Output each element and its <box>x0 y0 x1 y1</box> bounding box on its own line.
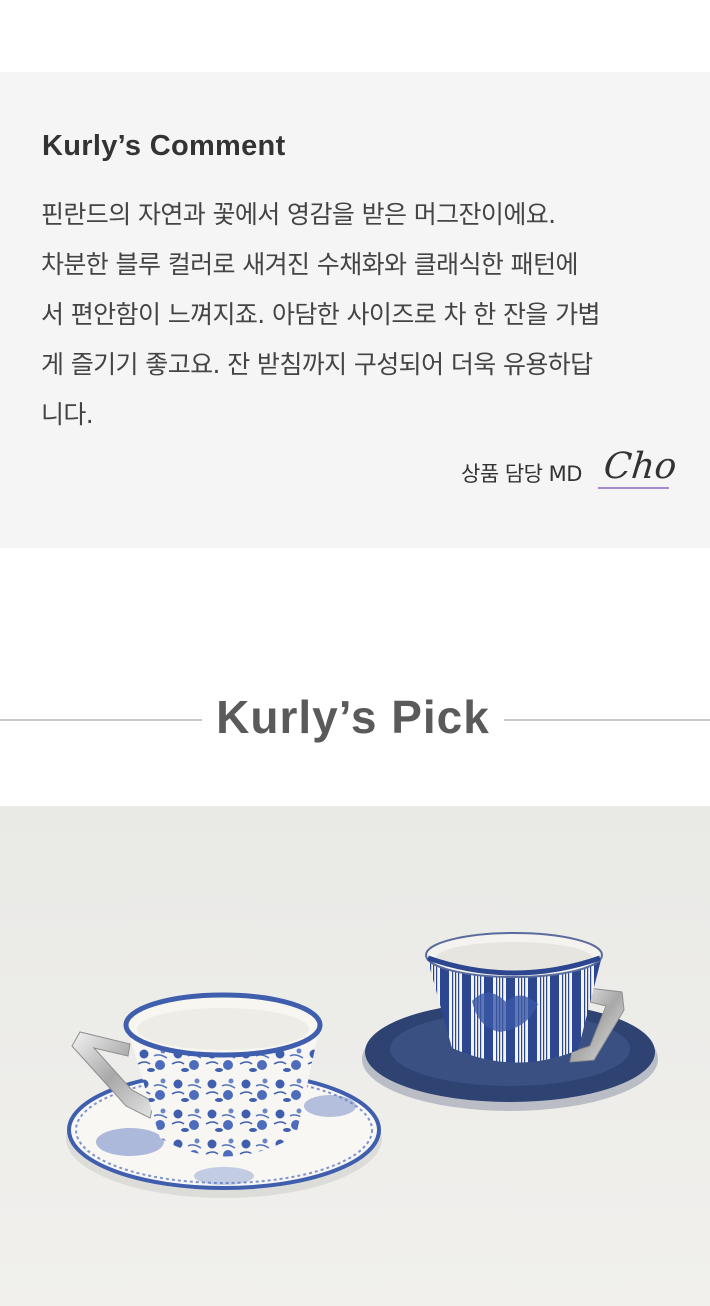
divider-right <box>504 719 710 721</box>
comment-line: 니다. <box>41 400 94 429</box>
comment-line: 차분한 블루 컬러로 새겨진 수채화와 클래식한 패턴에 <box>41 250 578 279</box>
signature-underline <box>598 487 669 489</box>
divider-left <box>0 719 202 721</box>
md-label: 상품 담당 MD <box>461 462 582 486</box>
md-signature: Cho <box>601 446 679 487</box>
pick-title: Kurly’s Pick <box>216 691 490 743</box>
comment-body: 핀란드의 자연과 꽃에서 영감을 받은 머그잔이에요. 차분한 블루 컬러로 새… <box>41 190 671 440</box>
product-photo <box>0 806 710 1306</box>
comment-line: 서 편안함이 느껴지죠. 아담한 사이즈로 차 한 잔을 가볍 <box>41 300 601 329</box>
teacups-illustration <box>0 806 710 1306</box>
comment-line: 핀란드의 자연과 꽃에서 영감을 받은 머그잔이에요. <box>41 200 556 229</box>
comment-line: 게 즐기기 좋고요. 잔 받침까지 구성되어 더욱 유용하답 <box>41 350 593 379</box>
comment-title: Kurly’s Comment <box>42 130 286 162</box>
